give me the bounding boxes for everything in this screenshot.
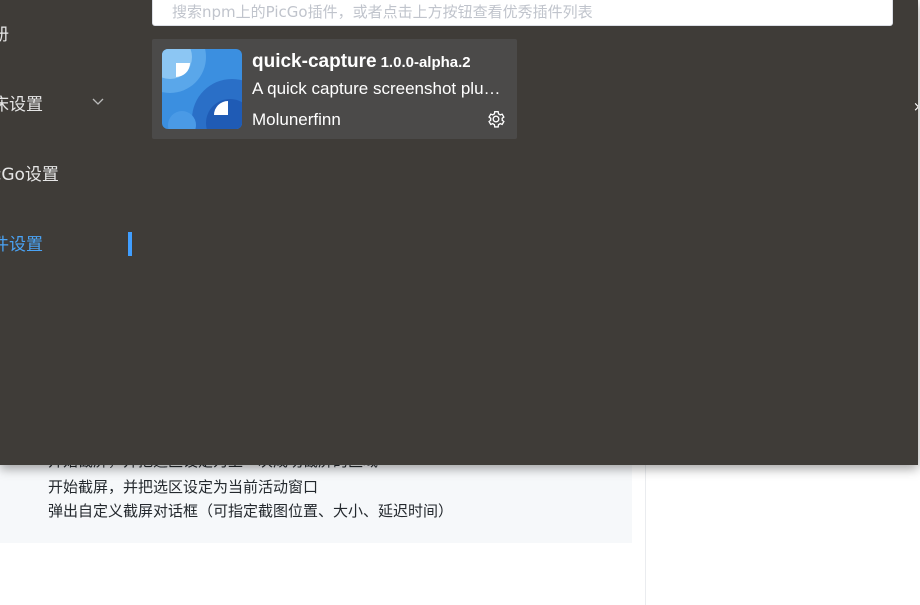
search-input[interactable] bbox=[153, 0, 892, 25]
plugin-description: A quick capture screenshot plugin for Pi… bbox=[252, 79, 508, 98]
sidebar-item-label: 件设置 bbox=[0, 235, 43, 255]
picgo-app-window: 册 床设置 cGo设置 件设置 quick-capture1 bbox=[0, 0, 918, 465]
chevron-down-icon[interactable] bbox=[92, 96, 104, 108]
sidebar-item-picgo-settings[interactable]: cGo设置 bbox=[0, 160, 67, 190]
plugin-logo bbox=[162, 49, 242, 129]
sidebar-item-uploader-settings[interactable]: 床设置 bbox=[0, 90, 51, 120]
gear-icon[interactable] bbox=[486, 109, 506, 129]
plugin-author: Molunerfinn bbox=[252, 110, 341, 129]
code-line: 开始截屏，并把选区设定为当前活动窗口 bbox=[48, 478, 319, 496]
sidebar-item-register[interactable]: 册 bbox=[0, 20, 17, 50]
sidebar-item-plugin-settings[interactable]: 件设置 bbox=[0, 230, 51, 260]
code-line: 弹出自定义截屏对话框（可指定截图位置、大小、延迟时间） bbox=[48, 502, 454, 520]
plugin-card[interactable]: quick-capture 1.0.0-alpha.2 A quick captu… bbox=[152, 39, 517, 139]
plugin-title: quick-capture 1.0.0-alpha.2 bbox=[252, 51, 471, 73]
active-indicator bbox=[128, 232, 132, 256]
plugin-version: 1.0.0-alpha.2 bbox=[380, 54, 471, 71]
sidebar-item-label: 册 bbox=[0, 25, 9, 45]
sidebar-item-label: cGo设置 bbox=[0, 165, 59, 185]
divider bbox=[645, 465, 646, 605]
plugin-search-box[interactable] bbox=[152, 0, 893, 26]
window-edge-glyph: × bbox=[913, 100, 918, 115]
sidebar-item-label: 床设置 bbox=[0, 95, 43, 115]
plugin-name: quick-capture bbox=[252, 51, 377, 72]
